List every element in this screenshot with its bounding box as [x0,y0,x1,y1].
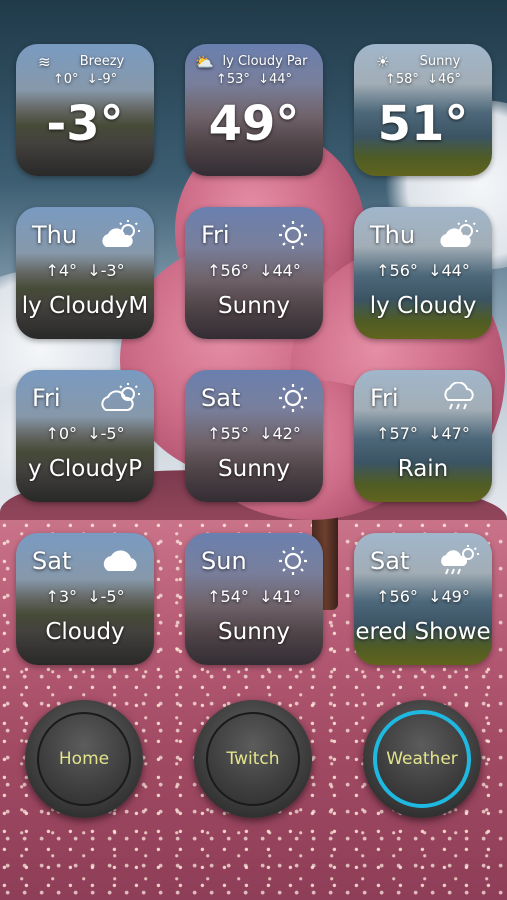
forecast-day: Sat [32,547,72,575]
current-temperature: 49° [208,96,300,152]
forecast-tile[interactable]: Fri ↑57° ↓47° Rain [354,370,492,502]
sun-icon [279,547,307,575]
twitch-button[interactable]: Twitch [194,700,312,818]
weather-button-face: Weather [373,710,471,808]
forecast-tile[interactable]: Sun ↑54° ↓41° Sunny [185,533,323,665]
condition-label: Sunny [419,54,461,69]
forecast-day: Sat [201,384,241,412]
hi-lo: ↑55° ↓42° [207,424,301,443]
condition-label: ly Cloudy [369,293,477,319]
current-temperature: 51° [377,96,469,152]
hi-lo: ↑54° ↓41° [207,587,301,606]
home-label: Home [58,749,110,769]
home-button-face: Home [37,712,131,806]
scattered-showers-icon [441,545,479,575]
home-button[interactable]: Home [25,700,143,818]
hi-lo: ↑57° ↓47° [376,424,470,443]
forecast-tile[interactable]: Sat ↑3° ↓-5° Cloudy [16,533,154,665]
condition-label: Sunny [218,456,290,482]
wind-icon: ≋ [38,53,51,71]
hi-lo: ↑3° ↓-5° [45,587,125,606]
partly-cloudy-icon [440,220,478,247]
weather-label: Weather [386,749,458,769]
hi-lo: ↑56° ↓49° [376,587,470,606]
condition-label: ly Cloudy Par [222,54,308,69]
forecast-tile[interactable]: Fri ↑56° ↓44° Sunny [185,207,323,339]
condition-label: Sunny [218,619,290,645]
weather-button[interactable]: Weather [363,700,481,818]
forecast-tile[interactable]: Sat ↑56° ↓49° ered Showe [354,533,492,665]
current-weather-tile[interactable]: ⛅ ly Cloudy Par ↑53° ↓44° 49° [185,44,323,176]
forecast-day: Thu [370,221,416,249]
forecast-tile[interactable]: Thu ↑4° ↓-3° ly CloudyM [16,207,154,339]
condition-label: ly CloudyM [21,293,149,319]
condition-label: Sunny [218,293,290,319]
twitch-label: Twitch [226,749,280,769]
cloud-icon [103,550,137,571]
condition-label: Cloudy [45,619,125,645]
hi-lo: ↑56° ↓44° [207,261,301,280]
current-weather-tile[interactable]: ☀ Sunny ↑58° ↓46° 51° [354,44,492,176]
forecast-day: Sun [201,547,247,575]
condition-label: ered Showe [355,619,491,645]
forecast-tile[interactable]: Fri ↑0° ↓-5° y CloudyP [16,370,154,502]
sun-icon [279,221,307,249]
forecast-day: Sat [370,547,410,575]
forecast-day: Fri [32,384,61,412]
condition-label: Rain [397,456,449,482]
hi-lo: ↑53° ↓44° [215,72,293,87]
hi-lo: ↑0° ↓-9° [52,72,118,87]
current-temperature: -3° [46,96,124,152]
hi-lo: ↑4° ↓-3° [45,261,125,280]
condition-label: Breezy [79,54,125,69]
partly-cloudy-icon [101,383,140,411]
hi-lo: ↑0° ↓-5° [45,424,125,443]
current-weather-tile[interactable]: ≋ Breezy ↑0° ↓-9° -3° [16,44,154,176]
partly-cloudy-icon [102,220,140,247]
condition-label: y CloudyP [27,456,143,482]
twitch-button-face: Twitch [206,712,300,806]
forecast-day: Fri [370,384,399,412]
rain-icon [444,382,474,410]
hi-lo: ↑56° ↓44° [376,261,470,280]
forecast-day: Thu [32,221,78,249]
forecast-tile[interactable]: Thu ↑56° ↓44° ly Cloudy [354,207,492,339]
forecast-tile[interactable]: Sat ↑55° ↓42° Sunny [185,370,323,502]
forecast-day: Fri [201,221,230,249]
hi-lo: ↑58° ↓46° [384,72,462,87]
sun-icon [279,384,307,412]
sun-icon: ☀ [376,53,390,71]
